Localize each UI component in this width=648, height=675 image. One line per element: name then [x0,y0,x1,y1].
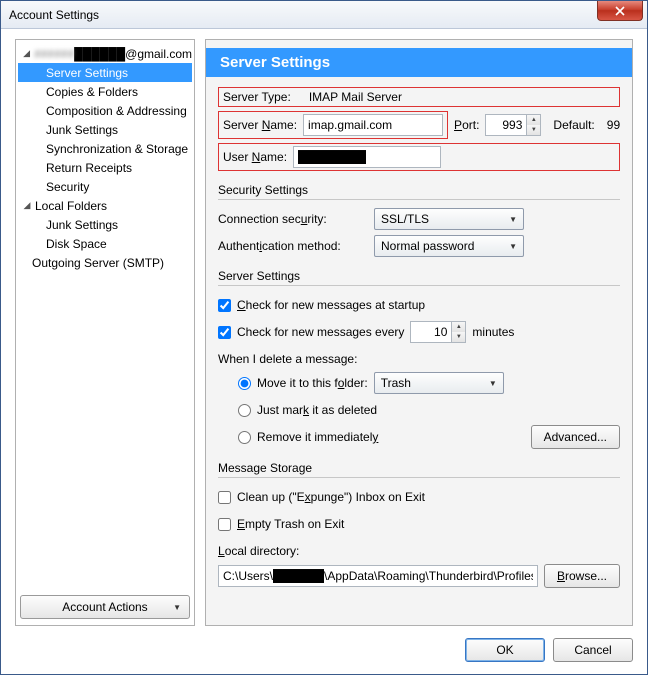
sidebar: ◢ ######██████@gmail.com Server Settings… [15,39,195,626]
sidebar-item-composition-addressing[interactable]: Composition & Addressing [18,101,192,120]
sidebar-item-server-settings[interactable]: Server Settings [18,63,192,82]
check-every-checkbox[interactable]: Check for new messages every [218,325,404,339]
connection-security-select[interactable]: SSL/TLS [374,208,524,230]
default-port-label: Default: [553,118,594,132]
close-button[interactable] [597,1,643,21]
delete-move-radio[interactable]: Move it to this folder: [238,376,368,390]
interval-input[interactable] [411,325,451,339]
server-name-row: Server Name: [218,111,448,139]
port-input[interactable] [486,118,526,132]
main-area: ◢ ######██████@gmail.com Server Settings… [15,39,633,626]
port-spinner[interactable]: ▲ ▼ [485,114,541,136]
account-actions-button[interactable]: Account Actions ▼ [20,595,190,619]
sidebar-item-local-disk[interactable]: Disk Space [18,234,192,253]
delete-remove-radio[interactable]: Remove it immediately [238,430,378,444]
titlebar: Account Settings [1,1,647,29]
username-row: User Name: [218,143,620,171]
account-tree: ◢ ######██████@gmail.com Server Settings… [16,40,194,595]
server-type-label: Server Type: [223,90,291,104]
tree-account-gmail[interactable]: ◢ ######██████@gmail.com [18,44,192,63]
browse-button[interactable]: Browse... [544,564,620,588]
when-delete-label: When I delete a message: [218,352,357,366]
minutes-label: minutes [472,325,514,339]
sidebar-item-sync-storage[interactable]: Synchronization & Storage [18,139,192,158]
tree-local-folders[interactable]: ◢ Local Folders [18,196,192,215]
sidebar-item-return-receipts[interactable]: Return Receipts [18,158,192,177]
close-icon [615,6,625,16]
security-section-label: Security Settings [218,183,620,197]
default-port-value: 993 [607,118,620,132]
server-name-input[interactable] [303,114,443,136]
local-dir-input[interactable] [218,565,538,587]
advanced-button[interactable]: Advanced... [531,425,620,449]
port-up[interactable]: ▲ [527,115,540,125]
account-name-blurred: ###### [34,47,74,61]
empty-trash-checkbox[interactable]: Empty Trash on Exit [218,517,344,531]
sidebar-item-junk-settings[interactable]: Junk Settings [18,120,192,139]
port-down[interactable]: ▼ [527,125,540,135]
delete-folder-select[interactable]: Trash [374,372,504,394]
account-settings-window: Account Settings ◢ ######██████@gmail.co… [0,0,648,675]
local-dir-label: Local directory: [218,544,299,558]
auth-method-select[interactable]: Normal password [374,235,524,257]
connection-security-label: Connection security: [218,212,368,226]
dialog-buttons: OK Cancel [15,626,633,662]
expand-icon: ◢ [22,201,32,211]
check-startup-checkbox[interactable]: Check for new messages at startup [218,298,425,312]
account-email: ██████@gmail.com [74,47,192,61]
delete-mark-radio[interactable]: Just mark it as deleted [238,403,377,417]
storage-section-label: Message Storage [218,461,620,475]
sidebar-item-copies-folders[interactable]: Copies & Folders [18,82,192,101]
window-title: Account Settings [9,8,99,22]
tree-outgoing-smtp[interactable]: Outgoing Server (SMTP) [18,253,192,272]
expunge-checkbox[interactable]: Clean up ("Expunge") Inbox on Exit [218,490,425,504]
username-input[interactable] [293,146,441,168]
panel-header: Server Settings [206,48,632,77]
sidebar-item-security[interactable]: Security [18,177,192,196]
port-label: Port: [454,118,479,132]
interval-down[interactable]: ▼ [452,332,465,342]
settings-panel: Server Settings Server Type: IMAP Mail S… [205,39,633,626]
sidebar-item-local-junk[interactable]: Junk Settings [18,215,192,234]
dialog-body: ◢ ######██████@gmail.com Server Settings… [1,29,647,674]
interval-up[interactable]: ▲ [452,322,465,332]
server-settings-section-label: Server Settings [218,269,620,283]
server-type-value: IMAP Mail Server [309,90,402,104]
server-type-row: Server Type: IMAP Mail Server [218,87,620,107]
expand-icon: ◢ [22,49,31,59]
ok-button[interactable]: OK [465,638,545,662]
interval-spinner[interactable]: ▲ ▼ [410,321,466,343]
dropdown-arrow-icon: ▼ [173,603,181,612]
cancel-button[interactable]: Cancel [553,638,633,662]
auth-method-label: Authentication method: [218,239,368,253]
